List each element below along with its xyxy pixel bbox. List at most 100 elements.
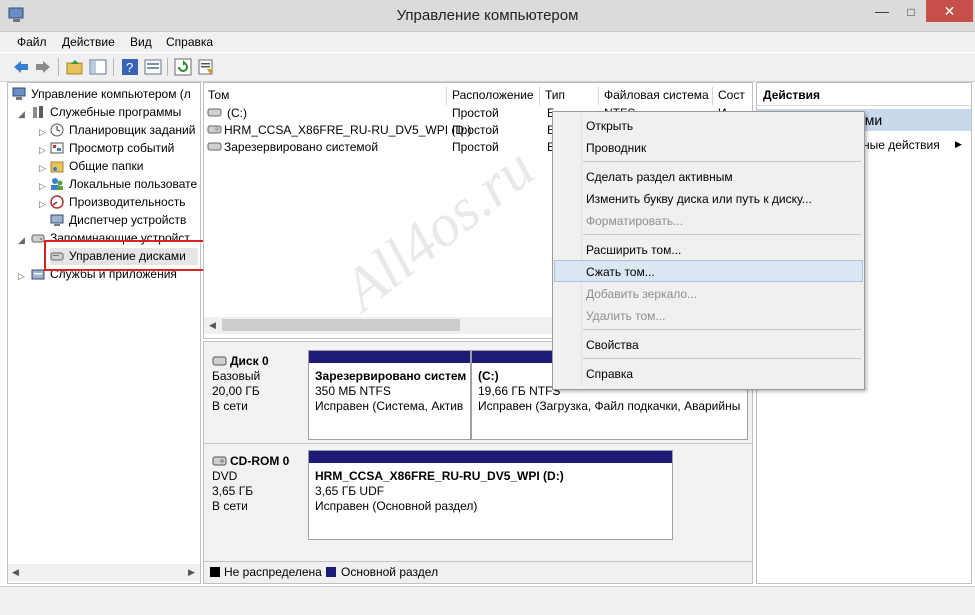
column-header-layout[interactable]: Расположение (448, 87, 540, 105)
properties-icon[interactable] (144, 58, 162, 76)
menu-item-delete[interactable]: Удалить том... (586, 309, 665, 323)
export-icon[interactable] (197, 58, 215, 76)
partition-system-reserved[interactable]: Зарезервировано систем 350 МБ NTFS Испра… (308, 350, 471, 440)
navigation-tree: Управление компьютером (л ◢ Служебные пр… (7, 82, 201, 584)
users-icon (50, 177, 64, 191)
tree-item-shared-folders[interactable]: Общие папки (50, 158, 198, 175)
menu-item-open[interactable]: Открыть (586, 119, 633, 133)
disk-kind: Базовый (212, 369, 261, 383)
column-header-status[interactable]: Сост (714, 87, 752, 105)
expand-arrow-icon[interactable]: ▷ (39, 181, 46, 192)
menu-item-explorer[interactable]: Проводник (586, 141, 646, 155)
menu-help[interactable]: Справка (166, 35, 213, 49)
refresh-icon[interactable] (174, 58, 192, 76)
close-button[interactable]: ✕ (926, 0, 973, 22)
menu-item-properties[interactable]: Свойства (586, 338, 639, 352)
expand-arrow-icon[interactable]: ▷ (39, 127, 46, 138)
volume-name: Зарезервировано системой (224, 140, 379, 154)
computer-icon (12, 87, 26, 101)
scroll-thumb[interactable] (222, 319, 460, 331)
partition-title: Зарезервировано систем (315, 369, 467, 383)
svg-text:?: ? (126, 60, 133, 75)
minimize-button[interactable]: — (868, 2, 896, 22)
disk-state: В сети (212, 399, 248, 413)
menu-item-help[interactable]: Справка (586, 367, 633, 381)
partition-size: 350 МБ NTFS (315, 384, 391, 398)
scroll-right-icon[interactable]: ▶ (188, 567, 195, 578)
forward-arrow-icon[interactable] (34, 58, 52, 76)
menu-item-extend[interactable]: Расширить том... (586, 243, 681, 257)
cdrom-0-header[interactable]: CD-ROM 0 DVD 3,65 ГБ В сети (204, 454, 315, 544)
column-header-file-system[interactable]: Файловая система (600, 87, 713, 105)
menu-gutter (581, 114, 582, 386)
services-icon (31, 267, 45, 281)
help-icon[interactable]: ? (121, 58, 139, 76)
tree-item-label: Диспетчер устройств (69, 213, 187, 227)
tree-item-device-manager[interactable]: Диспетчер устройств (50, 212, 198, 229)
legend-unallocated: Не распределена (224, 565, 322, 579)
maximize-button[interactable]: □ (897, 2, 925, 22)
expand-arrow-icon[interactable]: ▷ (39, 199, 46, 210)
tree-item-label: Просмотр событий (69, 141, 175, 155)
scroll-left-icon[interactable]: ◀ (12, 567, 19, 578)
tree-item-system-tools[interactable]: Служебные программы (31, 104, 198, 121)
tools-icon (31, 105, 45, 119)
scroll-left-icon[interactable]: ◀ (209, 320, 216, 331)
tree-item-event-viewer[interactable]: Просмотр событий (50, 140, 198, 157)
partition-dvd[interactable]: HRM_CCSA_X86FRE_RU-RU_DV5_WPI (D:) 3,65 … (308, 450, 673, 540)
tree-item-label: Производительность (69, 195, 186, 209)
tree-item-computer-management[interactable]: Управление компьютером (л (12, 86, 198, 103)
disk-state: В сети (212, 499, 248, 513)
partition-status: Исправен (Система, Актив (315, 399, 464, 413)
toolbar-separator (113, 58, 114, 76)
tree-horizontal-scrollbar[interactable]: ◀ ▶ (8, 564, 200, 581)
back-arrow-icon[interactable] (12, 58, 30, 76)
toolbar-separator (167, 58, 168, 76)
more-actions[interactable]: ные действия (863, 138, 940, 152)
tree-item-label: Общие папки (69, 159, 144, 173)
tree-item-performance[interactable]: Производительность (50, 194, 198, 211)
drive-icon (207, 140, 223, 155)
primary-partition-bar (309, 351, 470, 363)
toolbar-separator (58, 58, 59, 76)
toolbar: ? (0, 53, 975, 82)
volume-name: HRM_CCSA_X86FRE_RU-RU_DV5_WPI (D:) (224, 123, 472, 137)
disk-kind: DVD (212, 469, 238, 483)
collapse-arrow-icon[interactable]: ◢ (18, 235, 25, 246)
menu-item-change-letter[interactable]: Изменить букву диска или путь к диску... (586, 192, 812, 206)
column-header-type[interactable]: Тип (541, 87, 599, 105)
menu-item-add-mirror[interactable]: Добавить зеркало... (586, 287, 697, 301)
menu-item-format[interactable]: Форматировать... (586, 214, 683, 228)
menu-action[interactable]: Действие (62, 35, 115, 49)
up-folder-icon[interactable] (66, 58, 84, 76)
annotation-highlight-box (44, 240, 211, 271)
partition-status: Исправен (Загрузка, Файл подкачки, Авари… (478, 399, 741, 413)
volume-name: (C:) (227, 106, 247, 120)
expand-arrow-icon[interactable]: ▷ (18, 271, 25, 282)
window-title: Управление компьютером (396, 7, 579, 24)
submenu-arrow-icon: ▶ (955, 139, 962, 149)
tree-item-label: Локальные пользовате (69, 177, 198, 191)
disk-0-header[interactable]: Диск 0 Базовый 20,00 ГБ В сети (204, 354, 315, 444)
tree-item-local-users[interactable]: Локальные пользовате (50, 176, 198, 193)
menu-item-mark-active[interactable]: Сделать раздел активным (586, 170, 733, 184)
menu-view[interactable]: Вид (130, 35, 152, 49)
column-header-volume[interactable]: Том (204, 87, 447, 105)
expand-arrow-icon[interactable]: ▷ (39, 145, 46, 156)
disk-size: 20,00 ГБ (212, 384, 260, 398)
show-hide-tree-icon[interactable] (89, 58, 107, 76)
disk-icon (212, 355, 227, 371)
menu-bar: Файл Действие Вид Справка (0, 32, 975, 52)
tree-item-task-scheduler[interactable]: Планировщик заданий (50, 122, 198, 139)
partition-status: Исправен (Основной раздел) (315, 499, 478, 513)
menu-separator (583, 329, 861, 330)
legend-primary: Основной раздел (341, 565, 439, 579)
unallocated-swatch (210, 567, 220, 577)
menu-item-shrink[interactable]: Сжать том... (586, 265, 655, 279)
context-menu: Открыть Проводник Сделать раздел активны… (552, 111, 865, 390)
menu-separator (583, 358, 861, 359)
cd-drive-icon (207, 123, 223, 138)
collapse-arrow-icon[interactable]: ◢ (18, 109, 25, 120)
expand-arrow-icon[interactable]: ▷ (39, 163, 46, 174)
menu-file[interactable]: Файл (17, 35, 47, 49)
